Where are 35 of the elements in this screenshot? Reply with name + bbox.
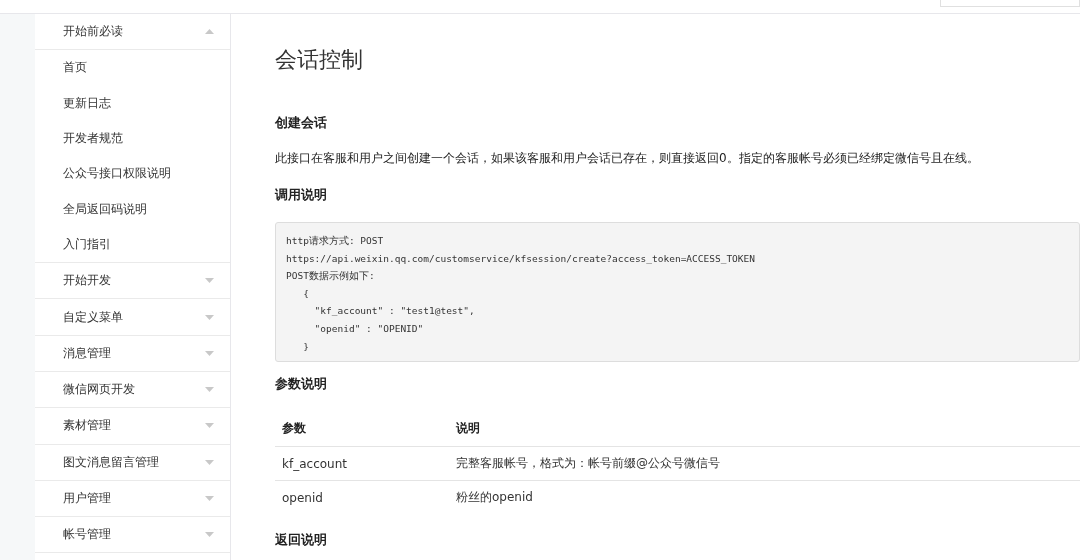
column-header: 说明	[449, 411, 1080, 447]
code-line: "kf_account" : "test1@test",	[313, 304, 476, 319]
sidebar-item[interactable]: 开发者规范	[35, 120, 230, 157]
section-heading: 返回说明	[275, 532, 328, 550]
sidebar-item[interactable]: 首页	[35, 50, 230, 86]
section-heading: 参数说明	[275, 376, 328, 394]
paragraph: 此接口在客服和用户之间创建一个会话，如果该客服和用户会话已存在，则直接返回0。指定的客服帐号必须已经绑定微信号且在线。	[275, 150, 980, 167]
table-cell: 粉丝的openid	[449, 480, 1080, 515]
column-header: 参数	[275, 411, 449, 447]
sidebar-group[interactable]: 自定义菜单	[35, 299, 230, 335]
sidebar-group[interactable]: 消息管理	[35, 335, 230, 371]
code-line: "openid" : "OPENID"	[313, 321, 425, 336]
sidebar-group[interactable]: 用户管理	[35, 480, 230, 517]
code-line: http请求方式: POST	[286, 234, 385, 248]
sidebar-group[interactable]: 图文消息留言管理	[35, 444, 230, 480]
sidebar-item[interactable]: 入门指引	[35, 226, 230, 263]
section-heading: 调用说明	[275, 187, 328, 204]
code-line: {	[302, 286, 310, 301]
sidebar-item[interactable]: 公众号接口权限说明	[35, 156, 230, 192]
search-field[interactable]	[940, 0, 1080, 7]
sidebar-item[interactable]: 更新日志	[35, 85, 230, 121]
sidebar-group[interactable]: 素材管理	[35, 408, 230, 444]
table-cell: 完整客服帐号，格式为：帐号前缀@公众号微信号	[449, 446, 1080, 481]
section-heading: 创建会话	[275, 115, 328, 132]
sidebar-item[interactable]: 全局返回码说明	[35, 191, 230, 227]
code-line: https://api.weixin.qq.com/customservice/kfsession/create?access_token=ACCESS_TOKEN	[286, 251, 756, 266]
code-line: }	[302, 339, 310, 354]
page-title: 会话控制	[275, 46, 364, 74]
sidebar-group[interactable]: 开始开发	[35, 263, 230, 299]
sidebar-group[interactable]: 开始前必读	[35, 14, 230, 51]
code-line: POST数据示例如下:	[286, 269, 376, 284]
table-cell: kf_account	[275, 446, 449, 481]
sidebar-group[interactable]: 帐号管理	[35, 517, 230, 553]
sidebar-group[interactable]: 微信网页开发	[35, 371, 230, 408]
table-cell: openid	[275, 480, 449, 515]
